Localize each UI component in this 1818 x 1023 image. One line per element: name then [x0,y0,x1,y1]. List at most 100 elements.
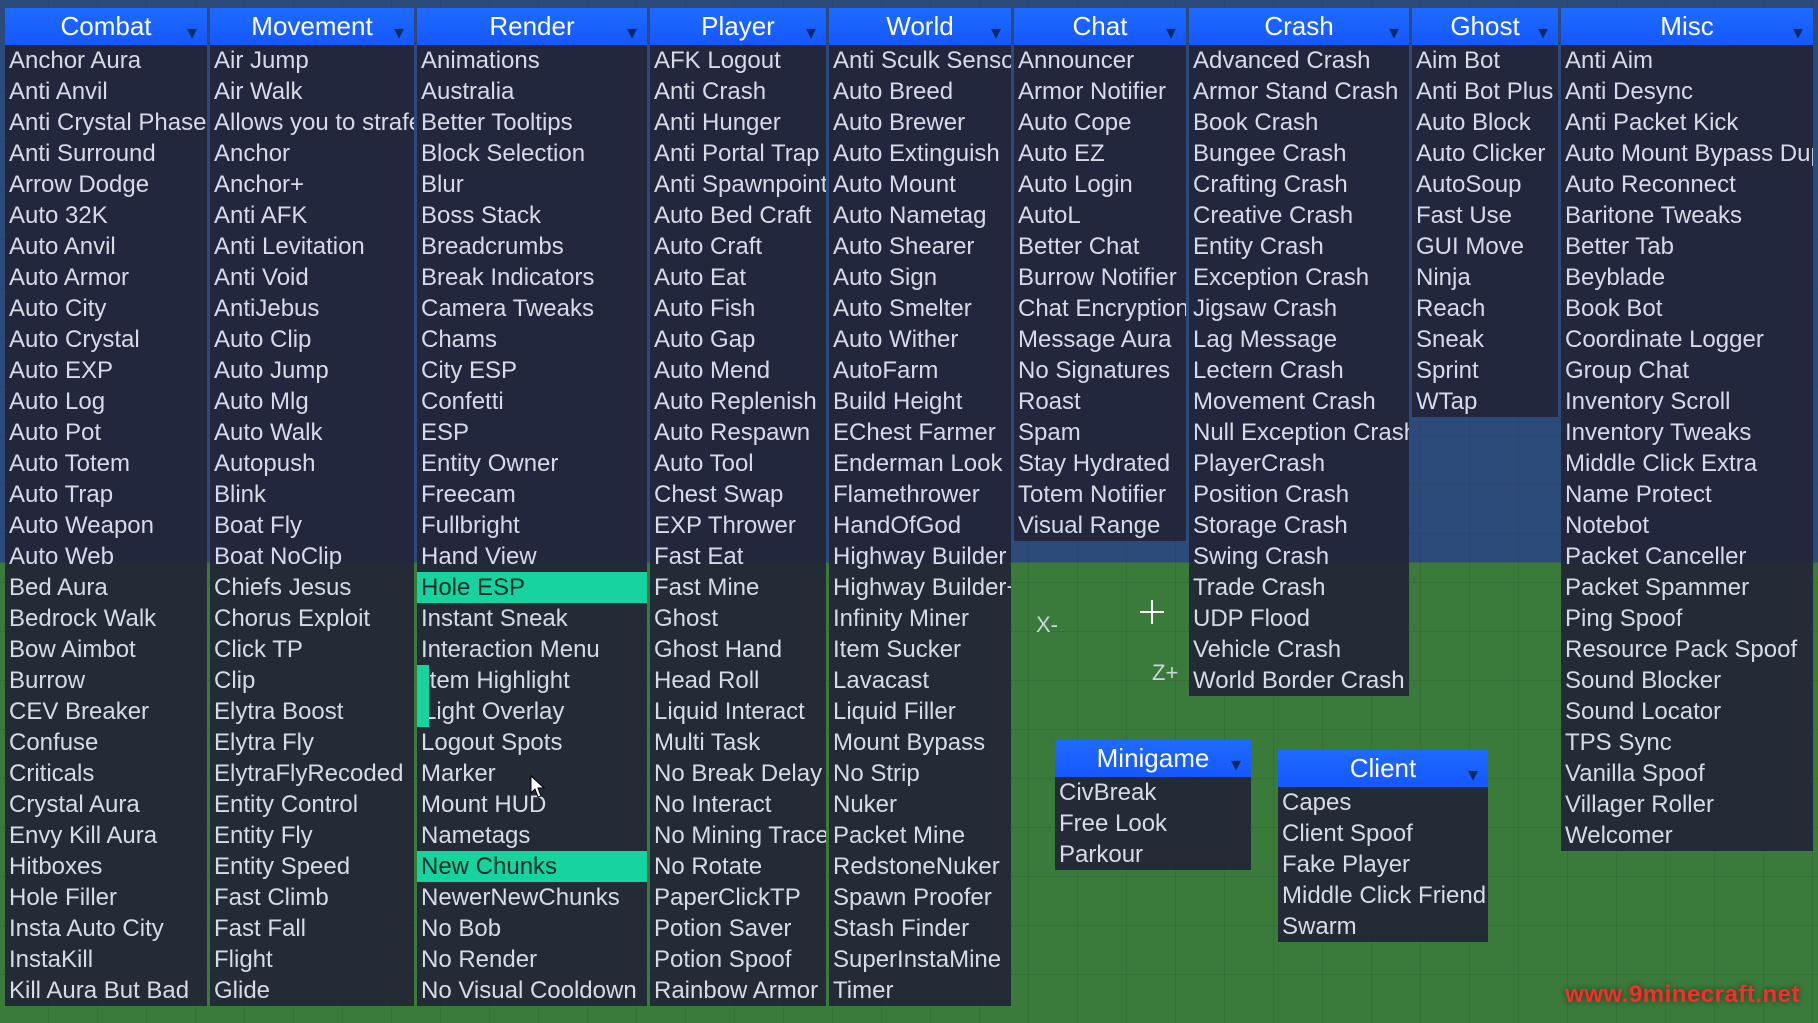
module-item[interactable]: CEV Breaker [5,696,207,727]
module-item[interactable]: Auto Web [5,541,207,572]
module-item[interactable]: Crafting Crash [1189,169,1409,200]
module-item[interactable]: Confuse [5,727,207,758]
module-item[interactable]: Break Indicators [417,262,647,293]
module-item[interactable]: Better Tooltips [417,107,647,138]
module-item[interactable]: Jigsaw Crash [1189,293,1409,324]
module-item[interactable]: CivBreak [1055,777,1251,808]
module-item[interactable]: Arrow Dodge [5,169,207,200]
module-item[interactable]: Clip [210,665,414,696]
module-item[interactable]: Fake Player [1278,849,1488,880]
module-item[interactable]: Fast Mine [650,572,826,603]
module-item[interactable]: Mount Bypass [829,727,1011,758]
module-item[interactable]: Middle Click Extra [1561,448,1813,479]
module-item[interactable]: Auto City [5,293,207,324]
module-item[interactable]: ESP [417,417,647,448]
module-item[interactable]: Auto Jump [210,355,414,386]
module-item[interactable]: Stay Hydrated [1014,448,1186,479]
module-item[interactable]: Entity Crash [1189,231,1409,262]
module-item[interactable]: Envy Kill Aura [5,820,207,851]
module-item[interactable]: No Bob [417,913,647,944]
module-item[interactable]: EChest Farmer [829,417,1011,448]
module-item[interactable]: AFK Logout [650,45,826,76]
module-item[interactable]: Beyblade [1561,262,1813,293]
module-item[interactable]: Storage Crash [1189,510,1409,541]
module-item[interactable]: No Break Delay [650,758,826,789]
module-item[interactable]: Auto Log [5,386,207,417]
module-item[interactable]: Vanilla Spoof [1561,758,1813,789]
module-item[interactable]: Anti Levitation [210,231,414,262]
module-item[interactable]: Anti Aim [1561,45,1813,76]
module-item[interactable]: Auto Shearer [829,231,1011,262]
module-item[interactable]: No Render [417,944,647,975]
module-item[interactable]: Ping Spoof [1561,603,1813,634]
module-item[interactable]: Nametags [417,820,647,851]
module-item[interactable]: Ninja [1412,262,1558,293]
module-item[interactable]: No Interact [650,789,826,820]
module-item[interactable]: Movement Crash [1189,386,1409,417]
module-item[interactable]: Anti Desync [1561,76,1813,107]
module-item[interactable]: Liquid Filler [829,696,1011,727]
module-item[interactable]: Exception Crash [1189,262,1409,293]
module-item[interactable]: Client Spoof [1278,818,1488,849]
module-item[interactable]: Entity Fly [210,820,414,851]
module-item[interactable]: Welcomer [1561,820,1813,851]
module-item[interactable]: HandOfGod [829,510,1011,541]
module-item[interactable]: Anti Hunger [650,107,826,138]
module-item[interactable]: Lectern Crash [1189,355,1409,386]
module-item[interactable]: InstaKill [5,944,207,975]
module-item[interactable]: Totem Notifier [1014,479,1186,510]
module-item[interactable]: Auto Eat [650,262,826,293]
module-item[interactable]: Packet Spammer [1561,572,1813,603]
module-item[interactable]: GUI Move [1412,231,1558,262]
module-item[interactable]: Null Exception Crash [1189,417,1409,448]
module-item[interactable]: Hand View [417,541,647,572]
module-item[interactable]: Build Height [829,386,1011,417]
module-item[interactable]: Block Selection [417,138,647,169]
module-item[interactable]: WTap [1412,386,1558,417]
module-item[interactable]: Marker [417,758,647,789]
module-item[interactable]: Fullbright [417,510,647,541]
module-item[interactable]: Burrow [5,665,207,696]
module-item[interactable]: Notebot [1561,510,1813,541]
module-item[interactable]: Burrow Notifier [1014,262,1186,293]
module-item[interactable]: Blink [210,479,414,510]
module-item[interactable]: Glide [210,975,414,1006]
module-item[interactable]: Fast Use [1412,200,1558,231]
module-item[interactable]: Boat Fly [210,510,414,541]
panel-header-crash[interactable]: Crash▾ [1189,8,1409,45]
module-item[interactable]: Timer [829,975,1011,1006]
module-item[interactable]: Potion Saver [650,913,826,944]
module-item[interactable]: Villager Roller [1561,789,1813,820]
panel-header-combat[interactable]: Combat▾ [5,8,207,45]
module-item[interactable]: Australia [417,76,647,107]
module-item[interactable]: Packet Canceller [1561,541,1813,572]
module-item[interactable]: No Mining Trace [650,820,826,851]
module-item[interactable]: Mount HUD [417,789,647,820]
module-item[interactable]: Multi Task [650,727,826,758]
module-item[interactable]: Inventory Scroll [1561,386,1813,417]
module-item[interactable]: Auto Fish [650,293,826,324]
module-item[interactable]: Fast Fall [210,913,414,944]
module-item[interactable]: Auto Login [1014,169,1186,200]
module-item[interactable]: Auto Sign [829,262,1011,293]
module-item[interactable]: Interaction Menu [417,634,647,665]
module-item[interactable]: UDP Flood [1189,603,1409,634]
module-item[interactable]: Trade Crash [1189,572,1409,603]
module-item[interactable]: SuperInstaMine [829,944,1011,975]
module-item[interactable]: Chat Encryption [1014,293,1186,324]
module-item[interactable]: RedstoneNuker [829,851,1011,882]
module-item[interactable]: Anti Surround [5,138,207,169]
module-item[interactable]: Infinity Miner [829,603,1011,634]
module-item[interactable]: Entity Speed [210,851,414,882]
module-item[interactable]: Lag Message [1189,324,1409,355]
module-item[interactable]: Armor Stand Crash [1189,76,1409,107]
module-item[interactable]: Auto Mend [650,355,826,386]
module-item[interactable]: No Signatures [1014,355,1186,386]
module-item[interactable]: Advanced Crash [1189,45,1409,76]
module-item[interactable]: Reach [1412,293,1558,324]
module-item[interactable]: Capes [1278,787,1488,818]
module-item[interactable]: Hitboxes [5,851,207,882]
module-item[interactable]: Auto 32K [5,200,207,231]
module-item[interactable]: TPS Sync [1561,727,1813,758]
module-item[interactable]: Highway Builder+ [829,572,1011,603]
